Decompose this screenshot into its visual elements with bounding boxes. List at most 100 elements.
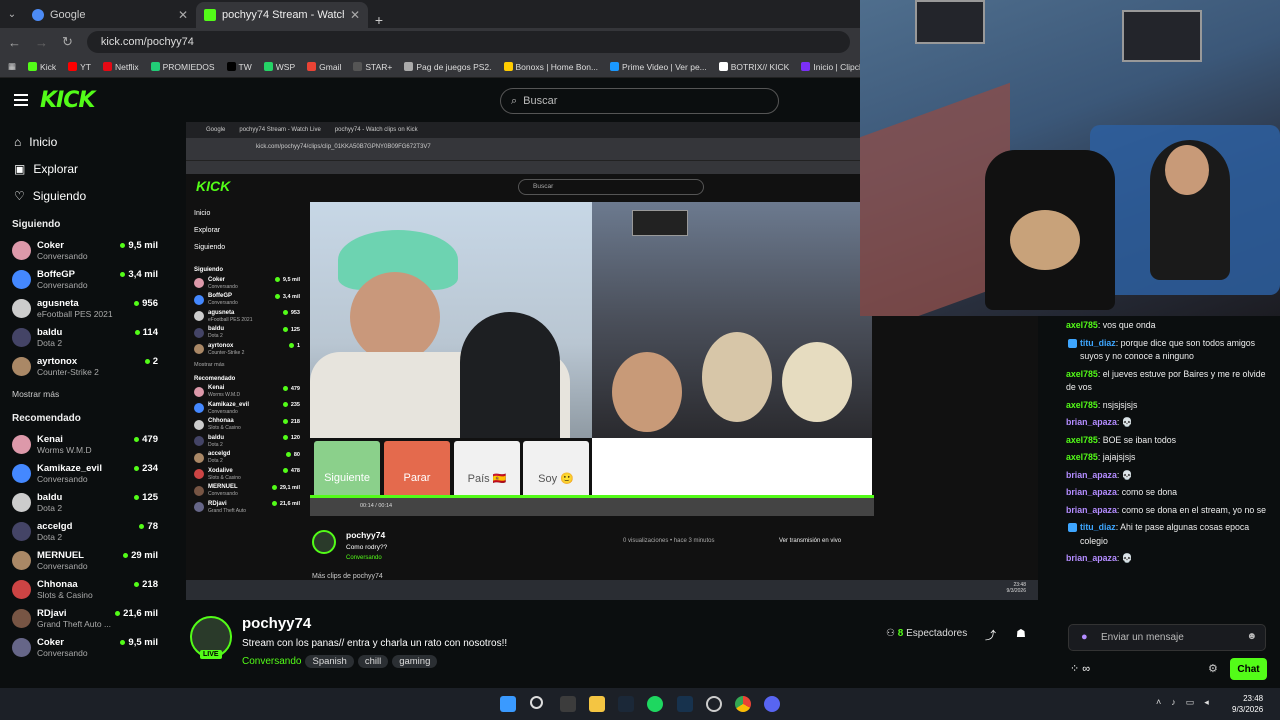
chat-username[interactable]: brian_apaza [1066,470,1117,480]
channel-item[interactable]: RDjavi Grand Theft Auto ... 21,6 mil [0,604,178,633]
bookmark[interactable]: WSP [263,62,295,72]
chat-input[interactable]: ● Enviar un mensaje ☻ [1068,624,1266,651]
channel-item[interactable]: ayrtonox Counter-Strike 2 2 [0,352,178,381]
channel-item[interactable]: baldu Dota 2 114 [0,323,178,352]
bookmark[interactable]: PROMIEDOS [150,62,215,72]
channel-item[interactable]: Coker Conversando 9,5 mil [0,236,178,265]
chat-username[interactable]: brian_apaza [1066,417,1117,427]
bookmark[interactable]: STAR+ [353,62,392,72]
emoji-icon[interactable]: ☻ [1246,631,1257,642]
tag[interactable]: chill [357,655,389,668]
channel-viewers: 114 [135,327,158,338]
obs-icon[interactable] [677,696,693,712]
steam-icon[interactable] [618,696,634,712]
apps-icon[interactable]: ▦ [8,61,16,72]
new-tab-icon[interactable]: + [368,12,390,28]
nav-label: Siguiendo [32,188,87,203]
nav-siguiendo[interactable]: ♡ Siguiendo [0,182,178,209]
spotify-icon[interactable] [647,696,663,712]
chat-username[interactable]: axel785 [1066,320,1098,330]
forward-icon[interactable]: → [35,35,48,50]
back-icon[interactable]: ← [8,35,21,50]
streamer-name[interactable]: pochyy74 [242,615,311,632]
kick-logo[interactable]: KICK [40,88,95,113]
share-icon[interactable]: ⤴ [985,627,996,643]
bookmark[interactable]: Prime Video | Ver pe... [610,62,707,72]
recorder-icon[interactable] [706,696,722,712]
bookmark[interactable]: Pag de juegos PS2. [404,62,492,72]
bookmark[interactable]: Bonoxs | Home Bon... [503,62,598,72]
channel-name: Coker [208,276,226,283]
tag[interactable]: Spanish [305,655,354,668]
channel-item[interactable]: baldu Dota 2 125 [0,488,178,517]
stream-category[interactable]: Conversando [242,656,301,667]
bookmark[interactable]: Inicio | Clipchamp [801,62,860,72]
taskbar-clock[interactable]: 23:48 9/3/2026 [1232,693,1263,715]
nav-inicio[interactable]: ⌂ Inicio [0,128,178,155]
settings-gear-icon[interactable]: ⚙ [1208,662,1218,675]
close-tab-icon[interactable]: ✕ [350,8,360,22]
tag[interactable]: gaming [392,655,438,668]
channel-item[interactable]: Kamikaze_evil Conversando 234 [0,459,178,488]
reload-icon[interactable]: ↻ [62,34,73,50]
tab-search-icon[interactable]: ⌄ [0,0,24,28]
url-field[interactable]: kick.com/pochyy74 [86,31,850,53]
channel-item[interactable]: Coker Conversando 9,5 mil [0,633,178,662]
bookmark[interactable]: BOTRIX// KICK [718,62,789,72]
chat-username[interactable]: axel785 [1066,400,1098,410]
chat-text: 💀 [1121,553,1133,563]
inner-clip-title: Como rodry?? [346,544,388,551]
points-display[interactable]: ⁘ ∞ [1070,662,1090,675]
viewer-number: 8 [897,628,904,639]
chat-username[interactable]: axel785 [1066,452,1098,462]
channel-item[interactable]: agusneta eFootball PES 2021 956 [0,294,178,323]
channel-avatar [12,493,31,512]
channel-viewers: 953 [283,310,300,316]
search-icon[interactable] [530,696,543,709]
channel-item[interactable]: BoffeGP Conversando 3,4 mil [0,265,178,294]
chat-username[interactable]: axel785 [1066,435,1098,445]
search-input[interactable]: ⌕ Buscar [500,88,779,114]
channel-name: baldu [208,434,224,441]
discord-icon[interactable] [764,696,780,712]
clock-time: 23:48 [1243,694,1264,703]
tab-google[interactable]: Google ✕ [24,2,196,28]
bookmark[interactable]: Gmail [307,62,341,72]
channel-avatar [194,278,204,289]
system-tray[interactable]: ˄ ♪ ▭ ◂ [1156,697,1209,708]
channel-item[interactable]: accelgd Dota 2 78 [0,517,178,546]
show-more-link[interactable]: Mostrar más [0,381,178,399]
epic-games-icon[interactable] [560,696,576,712]
tab-kick-stream[interactable]: pochyy74 Stream - Watch Live ✕ [196,2,368,28]
bookmark[interactable]: YT [68,62,91,72]
hamburger-menu-icon[interactable] [14,94,28,106]
chat-username[interactable]: brian_apaza [1066,553,1117,563]
file-explorer-icon[interactable] [589,696,605,712]
chat-username[interactable]: brian_apaza [1066,505,1117,515]
channel-item[interactable]: MERNUEL Conversando 29 mil [0,546,178,575]
channel-item: Coker Conversando 9,5 mil [186,275,304,292]
chat-username[interactable]: brian_apaza [1066,487,1117,497]
channel-item[interactable]: Kenai Worms W.M.D 479 [0,430,178,459]
close-tab-icon[interactable]: ✕ [178,8,188,22]
channel-category: Slots & Casino [208,474,241,481]
channel-item[interactable]: Chhonaa Slots & Casino 218 [0,575,178,604]
chevron-up-icon[interactable]: ˄ [1156,697,1161,708]
chrome-icon[interactable] [735,696,751,712]
channel-avatar [12,638,31,657]
channel-category: Slots & Casino [208,425,241,432]
channel-viewers: 3,4 mil [120,269,158,280]
nav-explorar[interactable]: ▣ Explorar [0,155,178,182]
chat-username[interactable]: titu_diaz [1080,522,1116,532]
chat-text: 💀 [1121,417,1133,427]
channel-category: Conversando [208,491,238,498]
microphone-icon[interactable]: ● [1081,631,1088,643]
bookmark[interactable]: Netflix [102,62,139,72]
chat-send-button[interactable]: Chat [1230,658,1267,680]
bookmark[interactable]: TW [226,62,252,72]
bookmark[interactable]: Kick [28,62,56,72]
chat-username[interactable]: axel785 [1066,369,1098,379]
follow-user-icon[interactable]: ☗ [1016,627,1026,640]
windows-start-icon[interactable] [500,696,516,712]
chat-username[interactable]: titu_diaz [1080,338,1116,348]
